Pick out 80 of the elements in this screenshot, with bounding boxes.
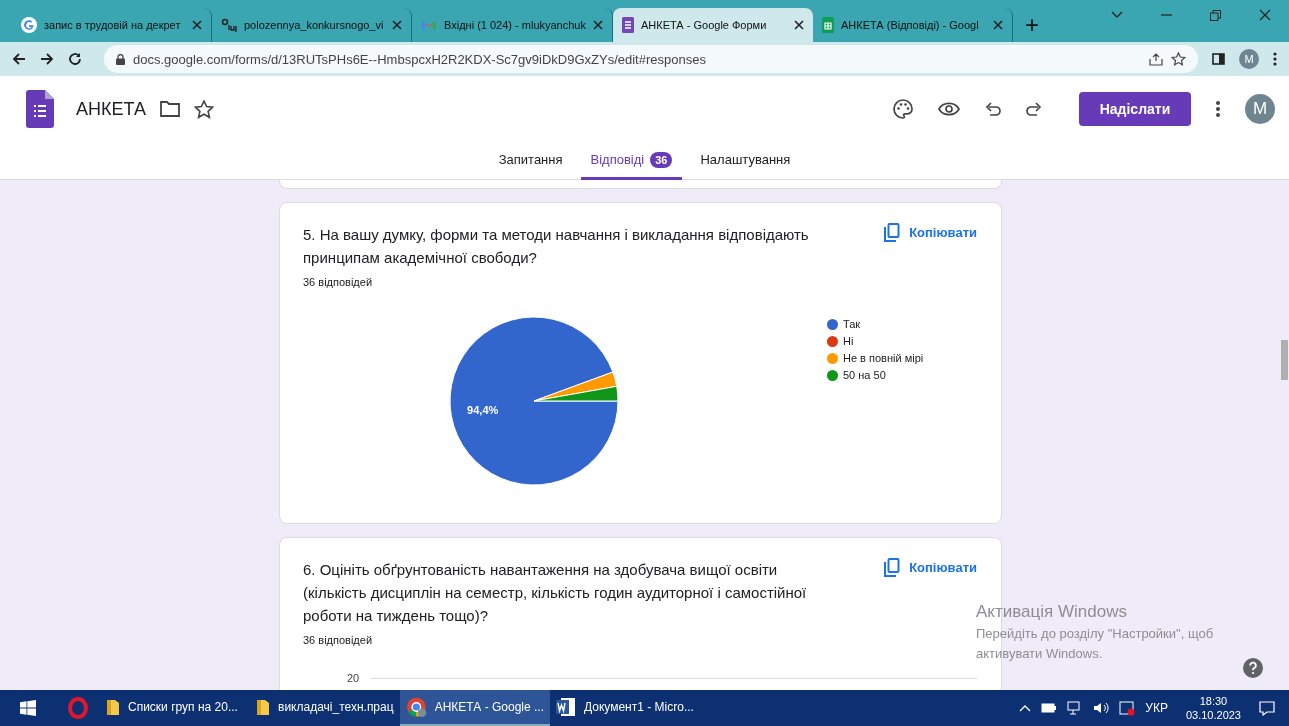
clock-date[interactable]: 03.10.2023 xyxy=(1185,708,1241,722)
palette-icon[interactable] xyxy=(893,99,913,119)
profile-avatar[interactable]: M xyxy=(1239,49,1259,69)
send-button[interactable]: Надіслати xyxy=(1079,92,1191,126)
axis-tick-label: 20 xyxy=(347,672,360,684)
back-arrow-icon[interactable] xyxy=(12,52,26,66)
taskbar-item[interactable]: Списки груп на 20... xyxy=(100,690,250,726)
browser-tab[interactable]: polozennya_konkursnogo_vi xyxy=(212,8,412,42)
chevron-down-icon[interactable] xyxy=(1111,11,1123,19)
side-panel-icon[interactable] xyxy=(1212,53,1225,65)
close-icon[interactable] xyxy=(794,20,804,30)
folder-icon xyxy=(256,698,270,716)
word-icon xyxy=(556,697,576,717)
eye-icon[interactable] xyxy=(938,102,960,116)
folder-icon xyxy=(106,698,120,716)
slice-percent-label: 94,4% xyxy=(467,404,499,417)
url-text: docs.google.com/forms/d/13RUTsPHs6E--HmbspcxH2R2KDX-Sc7gv9iDkD9GxZYs/edit#responses xyxy=(133,51,707,67)
activation-title: Активація Windows xyxy=(976,602,1128,622)
battery-icon[interactable] xyxy=(1041,703,1058,713)
share-icon[interactable] xyxy=(1149,52,1163,66)
close-icon[interactable] xyxy=(593,20,603,30)
chevron-up-icon[interactable] xyxy=(1019,704,1032,712)
reload-icon[interactable] xyxy=(68,52,82,66)
folder-icon[interactable] xyxy=(159,101,180,117)
response-count: 36 відповідей xyxy=(303,276,374,288)
speaker-icon[interactable] xyxy=(1093,701,1110,715)
browser-tab[interactable]: запис в трудовій на декрет xyxy=(12,8,212,42)
browser-tab[interactable]: Вхідні (1 024) - mlukyanchuk xyxy=(412,8,613,42)
taskbar-item[interactable]: Документ1 - Micro... xyxy=(550,690,700,726)
response-count-badge: 36 xyxy=(650,151,673,168)
mail-icon xyxy=(421,19,437,31)
windows-start-icon[interactable] xyxy=(20,700,36,716)
chrome-icon xyxy=(406,696,427,718)
language-indicator[interactable]: УКР xyxy=(1145,701,1168,715)
legend-label[interactable]: 50 на 50 xyxy=(843,369,886,381)
activation-text: Перейдіть до розділу "Настройки", щоб активувати Windows. xyxy=(976,625,1215,663)
form-icon xyxy=(622,17,634,33)
legend-label[interactable]: Так xyxy=(843,318,861,330)
close-icon[interactable] xyxy=(1259,9,1271,21)
copy-button[interactable]: Копіювати xyxy=(884,223,977,242)
undo-icon[interactable] xyxy=(985,102,1001,116)
taskbar-item[interactable]: АНКЕТА - Google ... xyxy=(400,690,550,726)
form-tab[interactable]: Налаштування xyxy=(690,142,801,180)
close-icon[interactable] xyxy=(192,20,202,30)
notifications-icon[interactable] xyxy=(1259,700,1275,716)
forward-arrow-icon[interactable] xyxy=(40,52,54,66)
lock-icon xyxy=(116,53,125,65)
scrollbar-thumb[interactable] xyxy=(1281,340,1288,380)
form-title[interactable]: АНКЕТА xyxy=(76,98,146,120)
taskbar-item[interactable]: викладачі_техн.прац xyxy=(250,690,400,726)
star-icon[interactable] xyxy=(1171,52,1186,66)
form-tab[interactable]: Запитання xyxy=(488,142,573,180)
more-vertical-icon[interactable] xyxy=(1273,52,1277,66)
response-count: 36 відповідей xyxy=(303,634,374,646)
spreadsheet-icon xyxy=(822,17,834,33)
copy-icon xyxy=(884,223,901,242)
close-icon[interactable] xyxy=(993,20,1003,30)
star-icon[interactable] xyxy=(193,99,214,119)
redo-icon[interactable] xyxy=(1026,102,1042,116)
document-icon xyxy=(221,17,237,33)
restore-icon[interactable] xyxy=(1210,9,1221,21)
new-tab-button[interactable]: + xyxy=(1025,13,1039,37)
question-title: 5. На вашу думку, форми та методи навчання і викладання відповідають принципам академічної свободи? xyxy=(303,225,810,268)
browser-tab[interactable]: АНКЕТА - Google Форми xyxy=(613,8,813,42)
copy-icon xyxy=(884,558,901,577)
address-bar[interactable]: docs.google.com/forms/d/13RUTsPHs6E--HmbspcxH2R2KDX-Sc7gv9iDkD9GxZYs/edit#responses xyxy=(104,45,1198,73)
browser-tab[interactable]: АНКЕТА (Відповіді) - Googl xyxy=(813,8,1013,42)
clock-time[interactable]: 18:30 xyxy=(1199,694,1228,708)
forms-logo-icon[interactable] xyxy=(26,90,54,128)
google-icon xyxy=(21,17,37,33)
opera-icon[interactable] xyxy=(68,697,88,719)
legend-label[interactable]: Не в повній мірі xyxy=(843,352,924,364)
user-avatar[interactable]: M xyxy=(1245,94,1275,124)
copy-button[interactable]: Копіювати xyxy=(884,558,977,577)
help-icon[interactable] xyxy=(1243,658,1263,678)
legend-label[interactable]: Ні xyxy=(843,335,854,347)
notification-app-icon[interactable] xyxy=(1119,700,1136,716)
more-vertical-icon[interactable] xyxy=(1216,101,1220,117)
question-title: 6. Оцініть обґрунтованість навантаження на здобувача вищої освіти (кількість дисциплін на семестр, кількість годин аудиторної і самостійної роботи на тиждень тощо)? xyxy=(303,560,808,626)
close-icon[interactable] xyxy=(392,20,402,30)
